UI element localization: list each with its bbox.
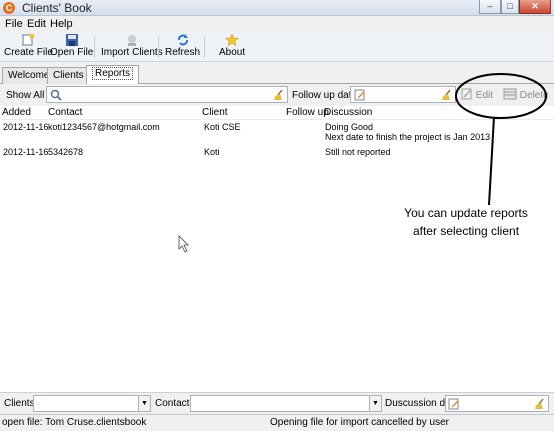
edit-icon xyxy=(461,88,472,100)
calendar-edit-icon xyxy=(354,89,365,101)
import-icon xyxy=(127,35,136,46)
annotation-text-line-2: after selecting client xyxy=(412,224,520,238)
column-header-contact[interactable]: Contact xyxy=(48,107,82,118)
discussion-date-field[interactable] xyxy=(445,395,549,412)
broom-icon[interactable] xyxy=(441,89,453,101)
import-clients-button[interactable]: Import Clients xyxy=(101,34,163,58)
tab-reports[interactable]: Reports xyxy=(86,65,140,85)
broom-icon[interactable] xyxy=(534,398,546,410)
contacts-label: Contacts xyxy=(155,398,195,409)
column-header-client[interactable]: Client xyxy=(202,107,228,118)
status-message: Opening file for import cancelled by use… xyxy=(270,417,449,428)
import-clients-label: Import Clients xyxy=(101,47,163,58)
about-label: About xyxy=(219,47,246,58)
tab-welcome-label: Welcome xyxy=(8,70,50,81)
clients-dropdown[interactable]: ▼ xyxy=(33,395,151,412)
bottom-bar: Clients ▼ Contacts ▼ Duscussion date xyxy=(0,392,554,414)
tab-strip: Welcome Clients Reports xyxy=(0,62,554,85)
delete-button[interactable]: Delete xyxy=(503,88,549,101)
column-header-discussion[interactable]: Discussion xyxy=(324,107,372,118)
delete-icon xyxy=(503,88,517,100)
contacts-dropdown[interactable]: ▼ xyxy=(190,395,382,412)
column-header-follow-up[interactable]: Follow up xyxy=(286,107,329,118)
broom-icon[interactable] xyxy=(273,89,285,101)
toolbar-separator xyxy=(94,36,95,58)
calendar-edit-icon xyxy=(448,398,459,410)
toolbar: Create File Open File Import Clients Ref… xyxy=(0,32,554,62)
menu-help[interactable]: Help xyxy=(50,18,73,30)
delete-label: Delete xyxy=(519,90,549,101)
cell-discussion: Doing Good xyxy=(325,122,374,132)
chevron-down-icon[interactable]: ▼ xyxy=(369,396,381,411)
new-file-icon xyxy=(22,34,35,46)
cell-client: Koti xyxy=(204,147,220,157)
open-file-button[interactable]: Open File xyxy=(50,34,93,58)
create-file-button[interactable]: Create File xyxy=(4,34,53,58)
cell-contact: koti1234567@hotgmail.com xyxy=(48,122,160,132)
header-divider xyxy=(0,119,554,120)
open-file-label: Open File xyxy=(50,47,94,58)
toolbar-separator xyxy=(158,36,159,58)
menu-edit[interactable]: Edit xyxy=(27,18,46,30)
refresh-button[interactable]: Refresh xyxy=(165,34,200,58)
cell-discussion: Next date to finish the project is Jan 2… xyxy=(325,132,491,142)
search-input[interactable] xyxy=(46,86,288,103)
about-button[interactable]: About xyxy=(219,34,245,58)
star-icon xyxy=(225,34,239,46)
follow-up-date-label: Follow up date xyxy=(292,90,358,101)
floppy-disk-icon xyxy=(65,34,78,46)
chevron-down-icon[interactable]: ▼ xyxy=(138,396,150,411)
cell-discussion: Still not reported xyxy=(325,147,391,157)
create-file-label: Create File xyxy=(4,47,53,58)
cell-added: 2012-11-16 xyxy=(3,122,49,132)
menu-bar: File Edit Help xyxy=(0,16,554,32)
edit-label: Edit xyxy=(475,90,494,101)
clients-label: Clients xyxy=(4,398,35,409)
app-icon: C xyxy=(3,2,15,14)
status-bar: open file: Tom Cruse.clientsbook Opening… xyxy=(0,414,554,431)
edit-button[interactable]: Edit xyxy=(461,88,493,101)
tab-reports-label: Reports xyxy=(92,67,134,80)
maximize-button[interactable]: □ xyxy=(501,0,519,14)
minimize-button[interactable]: – xyxy=(479,0,501,14)
title-bar: C Clients' Book – □ ✕ xyxy=(0,0,554,16)
status-open-file: open file: Tom Cruse.clientsbook xyxy=(2,417,147,428)
window-title: Clients' Book xyxy=(22,1,92,15)
close-button[interactable]: ✕ xyxy=(519,0,551,14)
cell-client: Koti CSE xyxy=(204,122,241,132)
column-header-added[interactable]: Added xyxy=(2,107,31,118)
show-all-button[interactable]: Show All xyxy=(6,90,44,101)
cell-added: 2012-11-16 xyxy=(3,147,49,157)
toolbar-separator xyxy=(204,36,205,58)
cell-contact: 5342678 xyxy=(48,147,84,157)
tab-clients[interactable]: Clients xyxy=(47,67,90,84)
refresh-label: Refresh xyxy=(165,47,201,58)
menu-file[interactable]: File xyxy=(5,18,23,30)
refresh-icon xyxy=(177,34,188,46)
search-icon xyxy=(50,89,62,101)
annotation-text-line-1: You can update reports xyxy=(404,206,528,220)
tab-clients-label: Clients xyxy=(53,70,84,81)
reports-grid: Added Contact Client Follow up Discussio… xyxy=(0,106,554,392)
follow-up-date-field[interactable] xyxy=(350,86,456,103)
